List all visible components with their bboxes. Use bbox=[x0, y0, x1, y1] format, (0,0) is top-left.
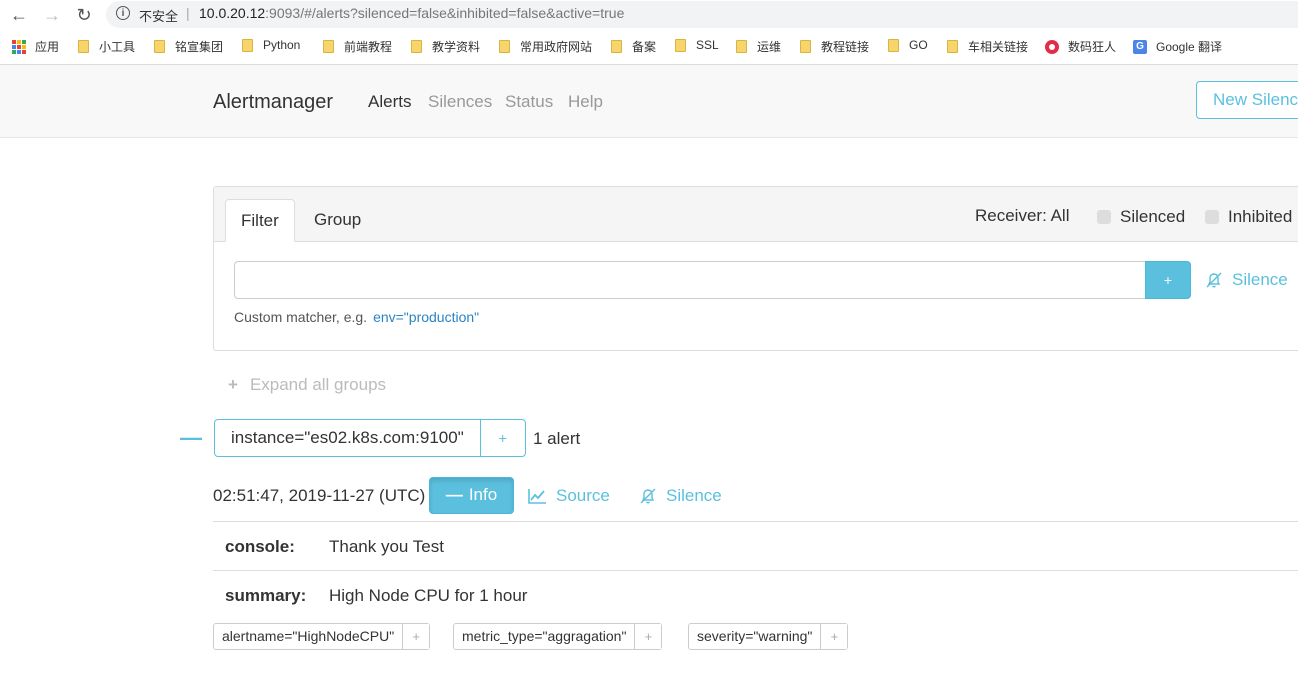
nav-alerts[interactable]: Alerts bbox=[368, 92, 411, 112]
security-label: 不安全 bbox=[139, 9, 179, 24]
filter-card: Filter Group Receiver: All Silenced Inhi… bbox=[213, 186, 1298, 351]
new-silence-button[interactable]: New Silence bbox=[1196, 81, 1298, 119]
folder-icon bbox=[78, 40, 89, 53]
alert-label-text[interactable]: alertname="HighNodeCPU" bbox=[214, 624, 402, 649]
bookmark-folder[interactable]: GO bbox=[888, 38, 928, 52]
nav-status[interactable]: Status bbox=[505, 92, 553, 112]
arrow-left-icon[interactable]: ← bbox=[8, 4, 30, 26]
bookmark-folder[interactable]: 小工具 bbox=[78, 38, 135, 55]
info-toggle-button[interactable]: — Info bbox=[429, 477, 514, 514]
filter-matcher-input[interactable] bbox=[234, 261, 1146, 299]
minus-icon: — bbox=[445, 485, 463, 504]
bookmarks-bar: 应用 小工具 铭宣集团 Python 前端教程 教学资料 常用政府网站 备案 S… bbox=[0, 33, 1298, 59]
folder-icon bbox=[411, 40, 422, 53]
group-label-text[interactable]: instance="es02.k8s.com:9100" bbox=[215, 420, 480, 456]
navbar: Alertmanager Alerts Silences Status Help… bbox=[0, 65, 1298, 138]
url-text[interactable]: 10.0.20.12:9093/#/alerts?silenced=false&… bbox=[199, 5, 624, 21]
folder-icon bbox=[675, 38, 686, 52]
annotation-key: console: bbox=[225, 537, 295, 556]
bookmark-folder[interactable]: 备案 bbox=[611, 38, 656, 55]
plus-icon: + bbox=[228, 375, 238, 394]
alert-label-add-button[interactable]: + bbox=[402, 624, 430, 649]
alert-label-text[interactable]: severity="warning" bbox=[689, 624, 820, 649]
annotation-key: summary: bbox=[225, 586, 307, 605]
bookmark-folder[interactable]: 常用政府网站 bbox=[499, 38, 592, 55]
bookmark-google-translate[interactable]: G Google 翻译 bbox=[1133, 38, 1222, 55]
alert-label-add-button[interactable]: + bbox=[820, 624, 848, 649]
filter-silence-button[interactable]: Silence bbox=[1205, 270, 1288, 290]
folder-icon bbox=[323, 40, 334, 53]
bookmark-folder[interactable]: 教学资料 bbox=[411, 38, 480, 55]
bookmark-folder[interactable]: 运维 bbox=[736, 38, 781, 55]
filter-card-header: Filter Group Receiver: All Silenced Inhi… bbox=[214, 187, 1298, 242]
receiver-select[interactable]: Receiver: All bbox=[975, 206, 1069, 226]
bookmark-folder[interactable]: Python bbox=[242, 38, 300, 52]
bookmark-apps[interactable]: 应用 bbox=[12, 38, 59, 55]
tab-group[interactable]: Group bbox=[299, 199, 376, 241]
folder-icon bbox=[611, 40, 622, 53]
apps-grid-icon bbox=[12, 39, 26, 54]
folder-icon bbox=[800, 40, 811, 53]
annotation-row: summary: High Node CPU for 1 hour bbox=[213, 570, 1298, 620]
folder-icon bbox=[888, 38, 899, 52]
nav-help[interactable]: Help bbox=[568, 92, 603, 112]
collapse-group-icon[interactable]: — bbox=[180, 427, 202, 449]
brand[interactable]: Alertmanager bbox=[213, 91, 333, 114]
folder-icon bbox=[242, 38, 253, 52]
silenced-checkbox[interactable]: Silenced bbox=[1097, 207, 1185, 227]
bell-slash-icon bbox=[1206, 272, 1222, 288]
annotation-value: Thank you Test bbox=[329, 537, 444, 556]
alert-count: 1 alert bbox=[533, 429, 581, 448]
alert-label: alertname="HighNodeCPU" + bbox=[213, 623, 431, 650]
line-chart-icon bbox=[528, 489, 546, 504]
bell-slash-icon bbox=[640, 488, 656, 504]
checkbox-box[interactable] bbox=[1205, 210, 1219, 224]
folder-icon bbox=[499, 40, 510, 53]
reload-icon[interactable]: ↻ bbox=[73, 4, 95, 26]
checkbox-box[interactable] bbox=[1097, 210, 1111, 224]
bookmark-folder[interactable]: 教程链接 bbox=[800, 38, 869, 55]
alert-label: metric_type="aggragation" + bbox=[453, 623, 663, 650]
alert-timestamp: 02:51:47, 2019-11-27 (UTC) bbox=[213, 486, 426, 505]
annotation-value: High Node CPU for 1 hour bbox=[329, 586, 528, 605]
tab-filter[interactable]: Filter bbox=[225, 199, 295, 242]
add-matcher-button[interactable]: + bbox=[1145, 261, 1191, 299]
alert-label-text[interactable]: metric_type="aggragation" bbox=[454, 624, 634, 649]
source-button[interactable]: Source bbox=[528, 486, 610, 506]
alert-silence-button[interactable]: Silence bbox=[639, 486, 722, 506]
bookmark-folder[interactable]: 前端教程 bbox=[323, 38, 392, 55]
inhibited-checkbox[interactable]: Inhibited bbox=[1205, 207, 1292, 227]
google-translate-icon: G bbox=[1133, 39, 1147, 54]
alert-label: severity="warning" + bbox=[688, 623, 849, 650]
expand-all-groups-button[interactable]: + Expand all groups bbox=[228, 375, 386, 395]
bookmark-folder[interactable]: SSL bbox=[675, 38, 719, 52]
red-circle-icon bbox=[1045, 39, 1059, 54]
bookmark-shumakuangren[interactable]: 数码狂人 bbox=[1045, 38, 1116, 55]
alert-label-add-button[interactable]: + bbox=[634, 624, 662, 649]
bookmark-folder[interactable]: 车相关链接 bbox=[947, 38, 1028, 55]
annotation-row: console: Thank you Test bbox=[213, 521, 1298, 571]
matcher-example: env="production" bbox=[373, 309, 480, 325]
url-separator: | bbox=[186, 5, 190, 21]
folder-icon bbox=[736, 40, 747, 53]
matcher-hint: Custom matcher, e.g. env="production" bbox=[234, 309, 480, 325]
folder-icon bbox=[154, 40, 165, 53]
folder-icon bbox=[947, 40, 958, 53]
nav-silences[interactable]: Silences bbox=[428, 92, 492, 112]
group-label: instance="es02.k8s.com:9100" + bbox=[214, 419, 526, 457]
browser-address-bar: ← → ↻ i 不安全 | 10.0.20.12:9093/#/alerts?s… bbox=[0, 0, 1298, 30]
info-icon[interactable]: i bbox=[116, 6, 130, 20]
group-add-filter-button[interactable]: + bbox=[479, 420, 525, 456]
bookmark-folder[interactable]: 铭宣集团 bbox=[154, 38, 223, 55]
arrow-right-icon[interactable]: → bbox=[41, 4, 63, 26]
